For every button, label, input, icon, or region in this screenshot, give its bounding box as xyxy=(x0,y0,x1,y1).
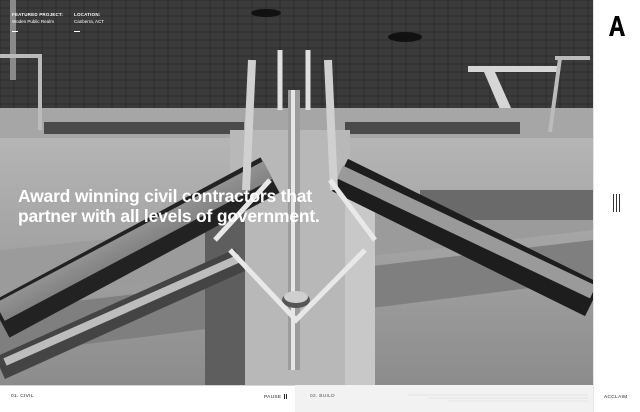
acclaim-a-logo-icon[interactable] xyxy=(606,15,628,37)
hero-headline: Award winning civil contractors that par… xyxy=(18,186,320,226)
pause-icon xyxy=(284,394,287,399)
hero-image: FEATURED PROJECT: Woden Public Realm LOC… xyxy=(0,0,593,385)
slide-progress-rule xyxy=(0,385,296,386)
featured-project-label: FEATURED PROJECT: xyxy=(12,12,64,17)
featured-divider xyxy=(12,31,18,32)
hero-headline-line-1: Award winning civil contractors that xyxy=(18,186,312,206)
location-divider xyxy=(74,31,80,32)
hero-headline-line-2: partner with all levels of government. xyxy=(18,206,320,226)
vertical-bars-menu-icon[interactable] xyxy=(613,194,621,212)
pause-button[interactable]: PAUSE xyxy=(264,394,287,400)
location-label: LOCATION: xyxy=(74,12,101,17)
slide-tab-build-label: 02. BUILD xyxy=(310,394,335,399)
brand-label: ACCLAIM xyxy=(604,395,628,400)
location-block: LOCATION: Canberra, ACT xyxy=(74,11,104,32)
pause-button-label: PAUSE xyxy=(264,395,282,400)
slide-tab-civil[interactable] xyxy=(0,385,296,412)
sidebar xyxy=(593,0,640,412)
location-value: Canberra, ACT xyxy=(74,19,105,24)
slide-tab-civil-label: 01. CIVIL xyxy=(11,394,34,399)
featured-project-block: FEATURED PROJECT: Woden Public Realm xyxy=(12,11,63,32)
featured-project-value[interactable]: Woden Public Realm xyxy=(12,18,63,25)
build-tab-decorative-lines xyxy=(408,394,588,402)
